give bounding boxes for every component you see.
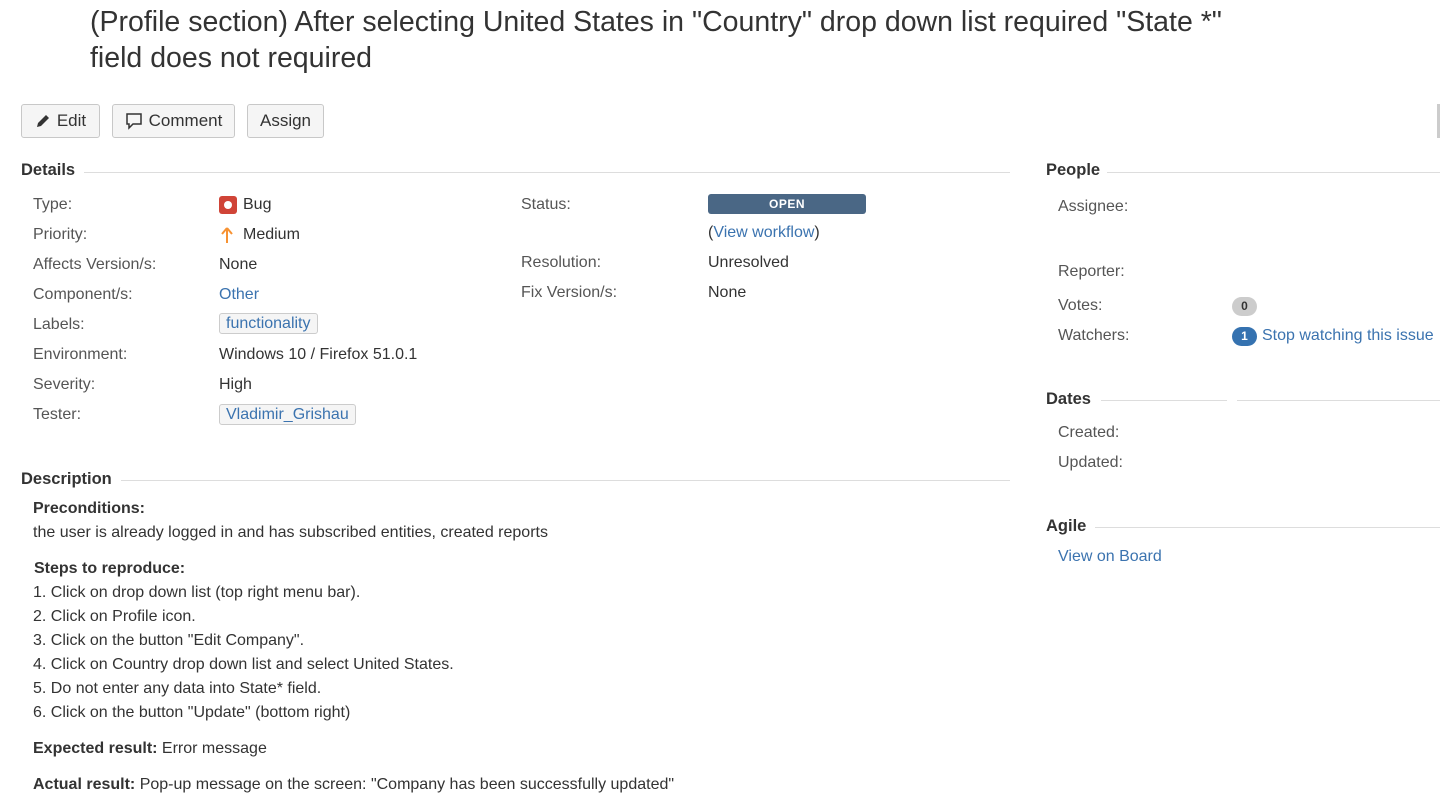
watchers-label: Watchers: [1058, 327, 1130, 344]
labels-label: Labels: [33, 316, 85, 333]
actual-result-label: Actual result: [33, 776, 136, 793]
type-value: Bug [219, 196, 271, 214]
resolution-value: Unresolved [708, 254, 789, 271]
edit-button[interactable]: Edit [21, 104, 100, 138]
tester-label: Tester: [33, 406, 82, 423]
updated-label: Updated: [1058, 454, 1123, 471]
edit-button-label: Edit [56, 111, 87, 130]
environment-value: Windows 10 / Firefox 51.0.1 [219, 346, 418, 363]
description-divider [121, 480, 1010, 481]
priority-value: Medium [219, 226, 300, 244]
watchers-count-badge[interactable]: 1 [1232, 327, 1257, 346]
arrow-up-icon [221, 227, 233, 243]
step-item: 1. Click on drop down list (top right me… [33, 584, 361, 601]
reporter-label: Reporter: [1058, 263, 1125, 280]
bug-icon [219, 196, 237, 214]
actual-result-text: Pop-up message on the screen: "Company h… [135, 776, 675, 793]
assign-button[interactable]: Assign [247, 104, 324, 138]
priority-value-text: Medium [243, 226, 300, 243]
status-badge: OPEN [708, 194, 866, 214]
view-on-board-link[interactable]: View on Board [1058, 548, 1162, 566]
view-workflow: (View workflow) [708, 224, 820, 242]
comment-button[interactable]: Comment [112, 104, 235, 138]
agile-divider [1095, 527, 1440, 528]
dates-divider-right [1237, 400, 1440, 401]
pencil-icon [36, 115, 49, 127]
comment-icon [125, 113, 142, 130]
issue-title: (Profile section) After selecting United… [90, 4, 1222, 76]
fix-version-label: Fix Version/s: [521, 284, 618, 301]
actual-result: Actual result: Pop-up message on the scr… [33, 776, 674, 794]
resolution-label: Resolution: [521, 254, 602, 271]
tester-user-link[interactable]: Vladimir_Grishau [219, 404, 356, 425]
priority-label: Priority: [33, 226, 88, 243]
fix-version-value: None [708, 284, 747, 301]
assignee-label: Assignee: [1058, 198, 1129, 215]
assign-button-label: Assign [259, 111, 312, 130]
status-label: Status: [521, 196, 571, 213]
expected-result-text: Error message [157, 740, 267, 757]
steps-heading: Steps to reproduce: [34, 560, 186, 577]
step-item: 2. Click on Profile icon. [33, 608, 196, 625]
components-label: Component/s: [33, 286, 133, 303]
step-item: 3. Click on the button "Edit Company". [33, 632, 305, 649]
label-tag[interactable]: functionality [219, 313, 318, 334]
workflow-close-paren: ) [814, 224, 820, 241]
view-workflow-link[interactable]: View workflow [713, 224, 814, 241]
affects-version-value: None [219, 256, 258, 273]
votes-label: Votes: [1058, 297, 1103, 314]
details-heading: Details [21, 161, 76, 179]
issue-title-line-1: (Profile section) After selecting United… [90, 6, 1222, 38]
agile-heading: Agile [1046, 517, 1087, 535]
severity-value: High [219, 376, 252, 393]
expected-result-label: Expected result: [33, 740, 158, 757]
type-value-text: Bug [243, 196, 272, 213]
comment-button-label: Comment [148, 111, 223, 130]
affects-version-label: Affects Version/s: [33, 256, 157, 273]
step-item: 6. Click on the button "Update" (bottom … [33, 704, 351, 721]
preconditions-text: the user is already logged in and has su… [33, 524, 548, 541]
stop-watching-link[interactable]: Stop watching this issue [1262, 327, 1434, 345]
expected-result: Expected result: Error message [33, 740, 267, 758]
dates-heading: Dates [1046, 390, 1091, 408]
details-divider [84, 172, 1010, 173]
created-label: Created: [1058, 424, 1120, 441]
issue-title-line-2: field does not required [90, 42, 373, 74]
severity-label: Severity: [33, 376, 96, 393]
preconditions-heading: Preconditions: [33, 500, 146, 517]
dates-divider [1101, 400, 1227, 401]
people-heading: People [1046, 161, 1101, 179]
description-heading: Description [21, 470, 112, 488]
step-item: 4. Click on Country drop down list and s… [33, 656, 454, 673]
type-label: Type: [33, 196, 73, 213]
votes-count-badge[interactable]: 0 [1232, 297, 1257, 316]
step-item: 5. Do not enter any data into State* fie… [33, 680, 322, 697]
component-link[interactable]: Other [219, 286, 259, 304]
people-divider [1107, 172, 1440, 173]
environment-label: Environment: [33, 346, 128, 363]
